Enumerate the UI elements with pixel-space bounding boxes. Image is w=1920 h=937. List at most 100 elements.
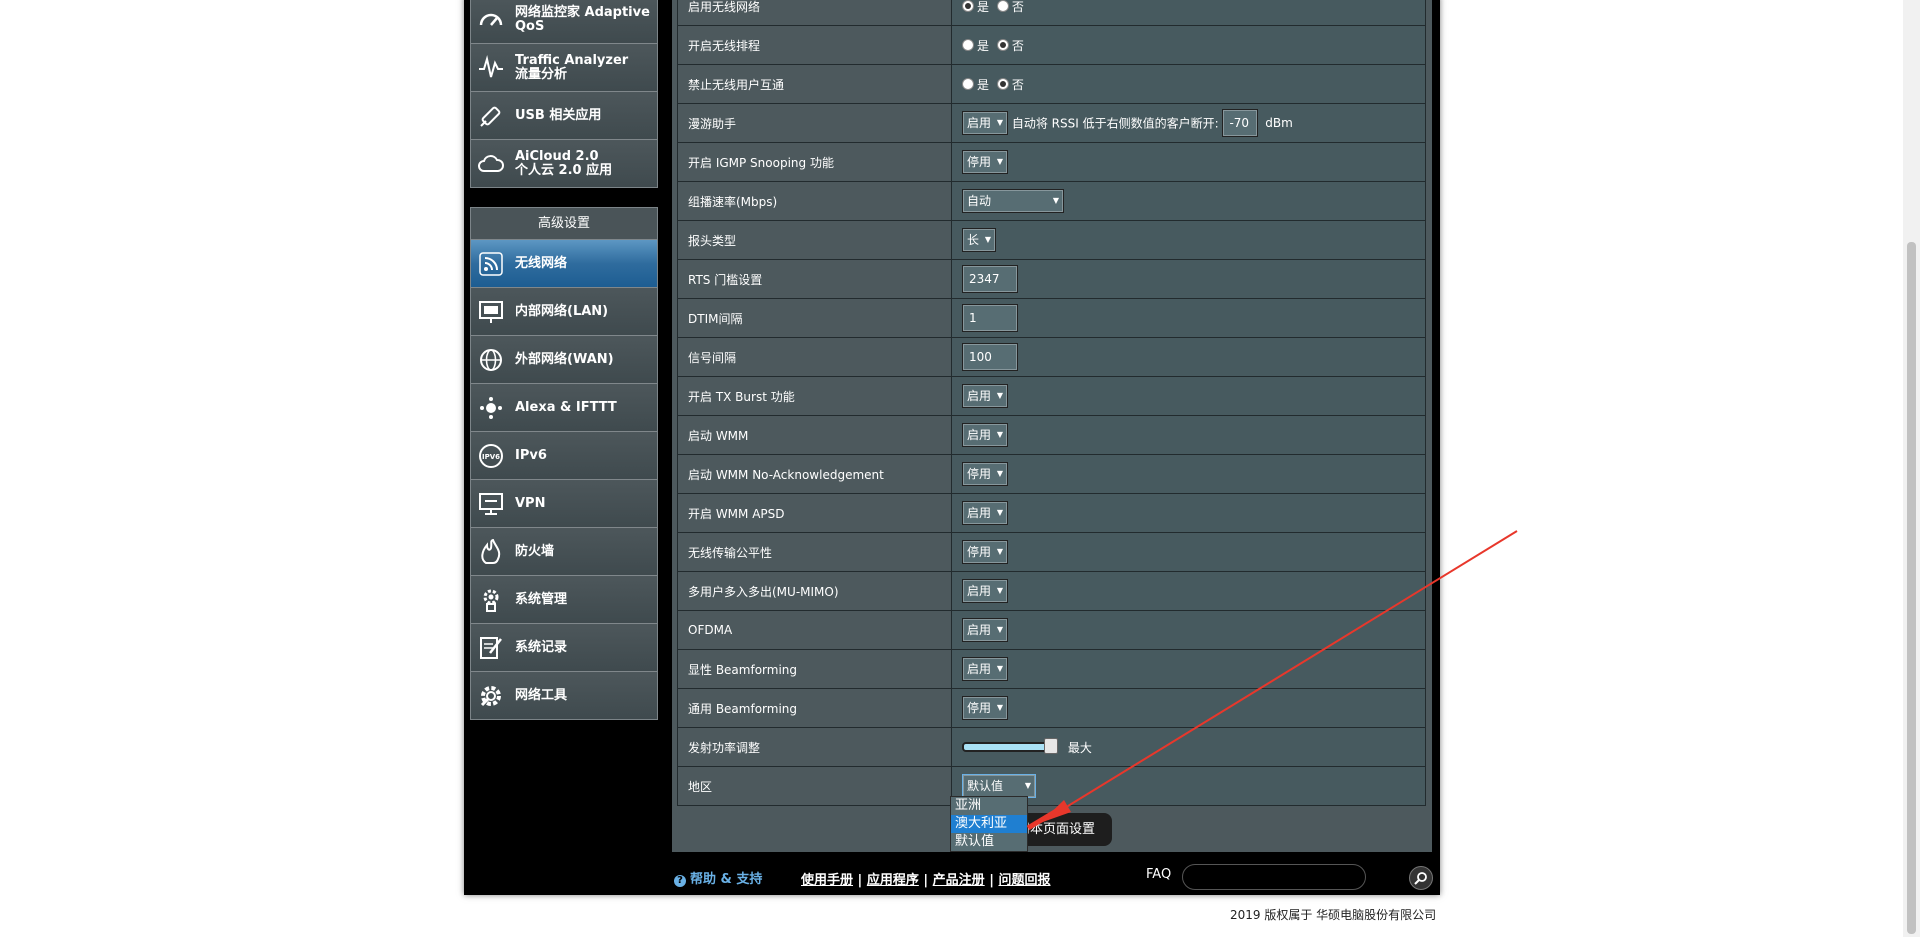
- table-row: 开启 WMM APSD 启用: [677, 493, 1426, 533]
- sidebar-item-ipv6[interactable]: IPV6 IPv6: [471, 432, 657, 480]
- table-row: 发射功率调整 最大: [677, 727, 1426, 767]
- radio-no[interactable]: [996, 0, 1009, 12]
- preamble-type-select[interactable]: 长: [962, 228, 997, 252]
- wmm-apsd-select[interactable]: 启用: [962, 501, 1009, 525]
- sidebar-item-label: 网络工具: [515, 687, 568, 703]
- rssi-unit: dBm: [1265, 116, 1293, 130]
- search-button[interactable]: [1409, 866, 1433, 890]
- region-option-highlighted[interactable]: 澳大利亚: [951, 815, 1027, 833]
- wifi-icon: [477, 250, 505, 278]
- sidebar-item-system-log[interactable]: 系统记录: [471, 624, 657, 672]
- region-option[interactable]: 亚洲: [951, 797, 1027, 815]
- table-row: 地区 默认值: [677, 766, 1426, 806]
- sidebar-item-firewall[interactable]: 防火墙: [471, 528, 657, 576]
- table-row: 开启 TX Burst 功能 启用: [677, 376, 1426, 416]
- scrollbar[interactable]: [1903, 0, 1920, 937]
- sidebar-item-lan[interactable]: 内部网络(LAN): [471, 288, 657, 336]
- sidebar-item-label: VPN: [515, 495, 546, 511]
- link-feedback[interactable]: 问题回报: [998, 873, 1050, 888]
- radio-no[interactable]: [996, 78, 1009, 90]
- sidebar-advanced-header: 高级设置: [471, 208, 657, 240]
- tx-burst-select[interactable]: 启用: [962, 384, 1009, 408]
- table-row: OFDMA 启用: [677, 610, 1426, 650]
- sidebar-item-alexa-ifttt[interactable]: Alexa & IFTTT: [471, 384, 657, 432]
- row-label: 报头类型: [677, 220, 952, 260]
- sidebar-advanced: 高级设置 无线网络 内部网络(LAN) 外部网络(WAN) Alexa & IF…: [470, 207, 658, 720]
- log-icon: [477, 634, 505, 662]
- mu-mimo-select[interactable]: 启用: [962, 579, 1009, 603]
- sidebar-item-label: 内部网络(LAN): [515, 303, 609, 319]
- sidebar-item-vpn[interactable]: VPN: [471, 480, 657, 528]
- link-product-registration[interactable]: 产品注册: [933, 873, 985, 888]
- sidebar-item-usb[interactable]: USB 相关应用: [471, 92, 657, 140]
- sidebar-item-adaptive-qos[interactable]: 网络监控家 Adaptive QoS: [471, 0, 657, 44]
- svg-text:IPV6: IPV6: [482, 453, 500, 461]
- row-label: 启动 WMM No-Acknowledgement: [677, 454, 952, 494]
- radio-yes[interactable]: [962, 0, 974, 12]
- explicit-beamforming-select[interactable]: 启用: [962, 657, 1009, 681]
- airtime-fairness-select[interactable]: 停用: [962, 540, 1009, 564]
- sidebar-item-label: IPv6: [515, 447, 547, 463]
- link-manual[interactable]: 使用手册: [801, 873, 853, 888]
- region-select[interactable]: 默认值: [962, 774, 1036, 798]
- table-row: 开启无线排程 是 否: [677, 25, 1426, 65]
- table-row: 信号间隔 100: [677, 337, 1426, 377]
- slider-handle[interactable]: [1044, 738, 1058, 754]
- table-row: 显性 Beamforming 启用: [677, 649, 1426, 689]
- row-label: 开启 IGMP Snooping 功能: [677, 142, 952, 182]
- row-label: 漫游助手: [677, 103, 952, 143]
- sidebar-item-aicloud[interactable]: AiCloud 2.0 个人云 2.0 应用: [471, 140, 657, 187]
- sidebar-item-wireless[interactable]: 无线网络: [471, 240, 657, 288]
- vpn-icon: [477, 490, 505, 518]
- scrollbar-thumb[interactable]: [1907, 242, 1916, 934]
- gauge-icon: [477, 6, 505, 34]
- dtim-interval-input[interactable]: 1: [962, 304, 1018, 332]
- ofdma-select[interactable]: 启用: [962, 618, 1009, 642]
- sidebar-item-label: 系统记录: [515, 639, 568, 655]
- link-utility[interactable]: 应用程序: [867, 873, 919, 888]
- faq-search-input[interactable]: [1182, 864, 1366, 890]
- region-dropdown-list: 亚洲 澳大利亚 默认值: [950, 796, 1028, 852]
- table-row: 启动 WMM 启用: [677, 415, 1426, 455]
- roaming-assistant-select[interactable]: 启用: [962, 111, 1009, 135]
- sidebar-item-label: 网络监控家 Adaptive QoS: [515, 5, 650, 34]
- row-label: 禁止无线用户互通: [677, 64, 952, 104]
- row-label: 组播速率(Mbps): [677, 181, 952, 221]
- row-label: OFDMA: [677, 610, 952, 650]
- sidebar-item-network-tools[interactable]: 网络工具: [471, 672, 657, 719]
- row-label: DTIM间隔: [677, 298, 952, 338]
- row-label: 地区: [677, 766, 952, 806]
- universal-beamforming-select[interactable]: 停用: [962, 696, 1009, 720]
- multicast-rate-select[interactable]: 自动: [962, 189, 1064, 213]
- row-label: 开启无线排程: [677, 25, 952, 65]
- table-row: 启动 WMM No-Acknowledgement 停用: [677, 454, 1426, 494]
- row-label: 开启 WMM APSD: [677, 493, 952, 533]
- row-label: 通用 Beamforming: [677, 688, 952, 728]
- search-icon: [1414, 872, 1427, 885]
- table-row: DTIM间隔 1: [677, 298, 1426, 338]
- sidebar-item-label: USB 相关应用: [515, 107, 602, 123]
- radio-yes[interactable]: [962, 39, 974, 51]
- rts-threshold-input[interactable]: 2347: [962, 265, 1018, 293]
- sidebar-item-label: 防火墙: [515, 543, 555, 559]
- sidebar-item-wan[interactable]: 外部网络(WAN): [471, 336, 657, 384]
- help-support[interactable]: ? 帮助 & 支持: [674, 868, 762, 887]
- radio-no[interactable]: [996, 39, 1009, 51]
- rssi-input[interactable]: -70: [1222, 109, 1259, 137]
- copyright: 2019 版权属于 华硕电脑股份有限公司: [1230, 908, 1437, 922]
- sidebar-item-label: 外部网络(WAN): [515, 351, 614, 367]
- sidebar-item-administration[interactable]: 系统管理: [471, 576, 657, 624]
- wmm-select[interactable]: 启用: [962, 423, 1009, 447]
- row-label: 开启 TX Burst 功能: [677, 376, 952, 416]
- footer-links: 使用手册 | 应用程序 | 产品注册 | 问题回报: [801, 873, 1051, 888]
- wmm-no-ack-select[interactable]: 停用: [962, 462, 1009, 486]
- tx-power-slider[interactable]: [962, 738, 1058, 754]
- beacon-interval-input[interactable]: 100: [962, 343, 1018, 371]
- igmp-snooping-select[interactable]: 停用: [962, 150, 1009, 174]
- radio-yes[interactable]: [962, 78, 974, 90]
- table-row: RTS 门槛设置 2347: [677, 259, 1426, 299]
- row-label: 发射功率调整: [677, 727, 952, 767]
- region-option[interactable]: 默认值: [951, 833, 1027, 851]
- firewall-icon: [477, 538, 505, 566]
- sidebar-item-traffic-analyzer[interactable]: Traffic Analyzer 流量分析: [471, 44, 657, 92]
